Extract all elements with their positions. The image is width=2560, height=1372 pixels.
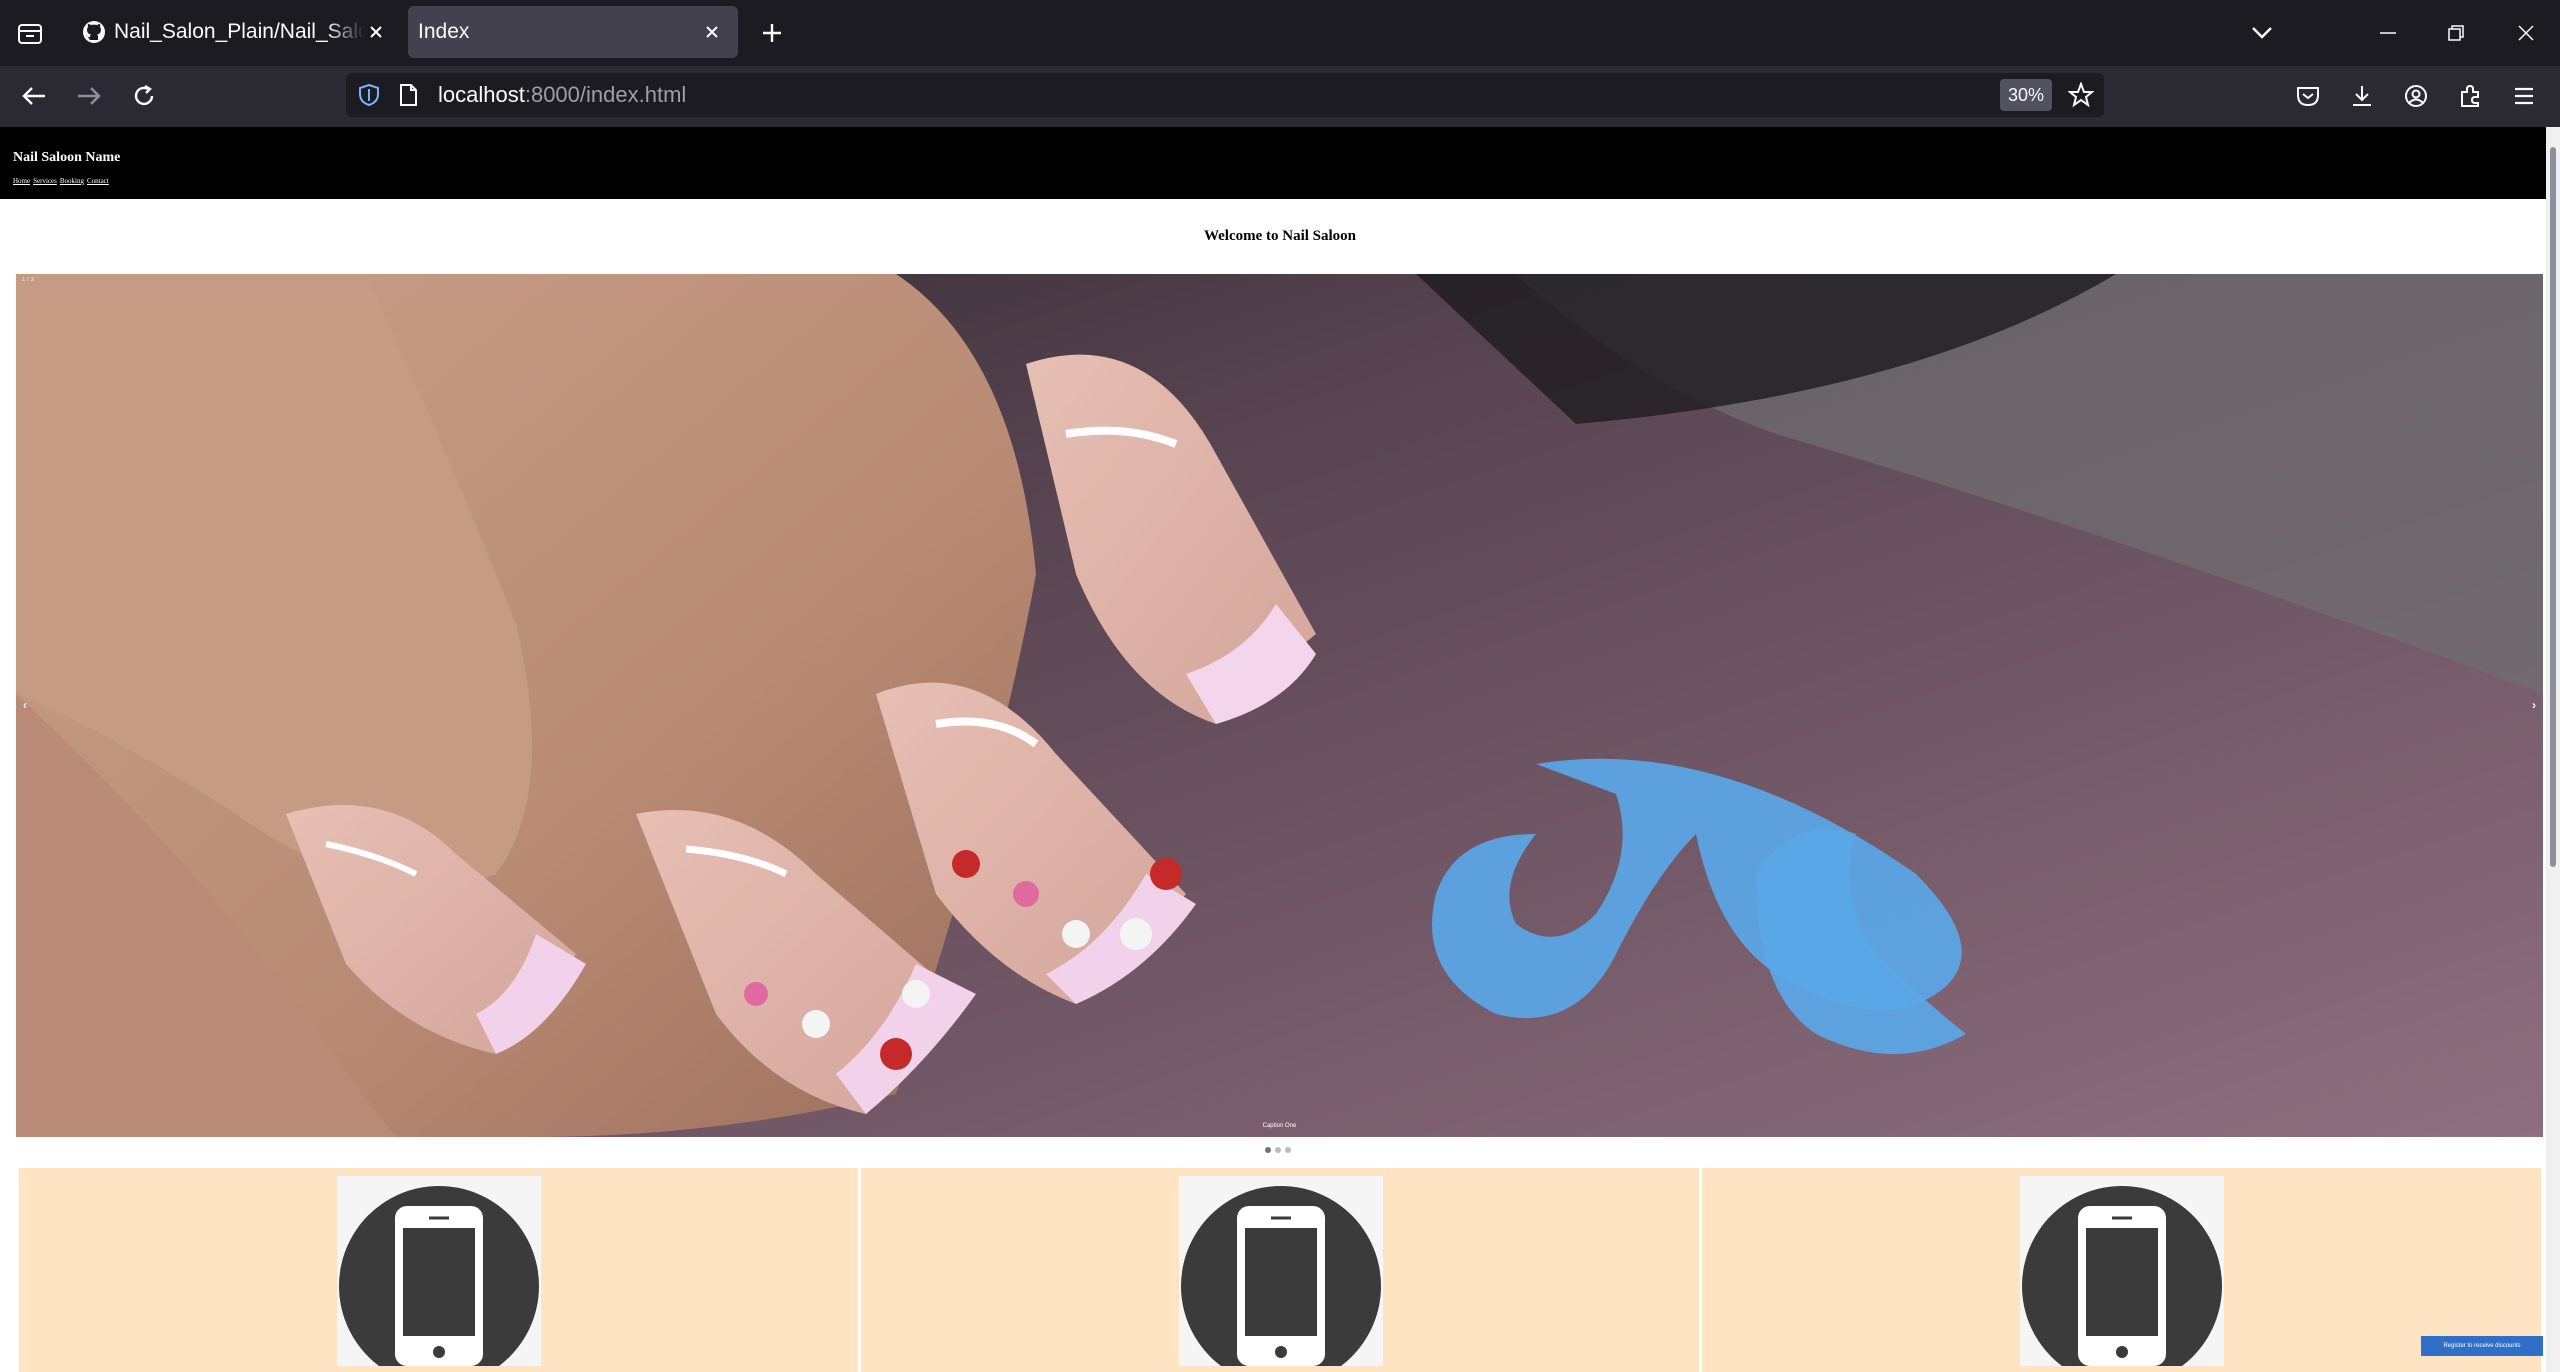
carousel-dot[interactable] xyxy=(1275,1147,1281,1153)
service-card xyxy=(860,1168,1700,1372)
pocket-icon[interactable] xyxy=(2292,80,2324,112)
url-host: localhost xyxy=(438,82,525,107)
url-path: :8000/index.html xyxy=(524,82,687,107)
image-carousel: 1 / 3 ‹ › Caption One xyxy=(16,274,2543,1137)
tab-title: Nail_Salon_Plain/Nail_Salon_Website xyxy=(114,20,364,43)
carousel-next-button[interactable]: › xyxy=(2532,698,2536,712)
page-viewport: Nail Saloon Name Home Services Booking C… xyxy=(0,127,2546,1372)
github-icon xyxy=(82,20,106,49)
navigation-toolbar: localhost:8000/index.html 30% xyxy=(0,66,2560,127)
slide-caption: Caption One xyxy=(1262,1123,1297,1129)
forward-arrow-icon[interactable] xyxy=(73,80,105,112)
carousel-dot[interactable] xyxy=(1285,1147,1291,1153)
site-header: Nail Saloon Name Home Services Booking C… xyxy=(0,127,2546,199)
nav-link-booking[interactable]: Booking xyxy=(60,177,84,185)
scrollbar-thumb[interactable] xyxy=(2550,147,2556,867)
reload-icon[interactable] xyxy=(128,80,160,112)
new-tab-plus-icon[interactable] xyxy=(756,17,788,49)
service-card xyxy=(19,1168,858,1372)
minimize-window-icon[interactable] xyxy=(2372,17,2404,49)
service-cards xyxy=(19,1168,2542,1372)
shield-icon[interactable] xyxy=(358,83,380,112)
bookmark-star-icon[interactable] xyxy=(2067,81,2095,113)
restore-window-icon[interactable] xyxy=(2440,17,2472,49)
slide-counter: 1 / 3 xyxy=(22,277,34,283)
close-tab-icon[interactable] xyxy=(700,20,724,44)
extensions-puzzle-icon[interactable] xyxy=(2454,80,2486,112)
firefox-view-icon[interactable] xyxy=(14,17,46,49)
nav-link-services[interactable]: Services xyxy=(33,177,57,185)
downloads-icon[interactable] xyxy=(2346,80,2378,112)
list-all-tabs-chevron-down-icon[interactable] xyxy=(2246,17,2278,49)
page-document-icon[interactable] xyxy=(398,83,418,112)
smartphone-icon xyxy=(337,1176,541,1372)
nav-link-home[interactable]: Home xyxy=(13,177,30,185)
account-icon[interactable] xyxy=(2400,80,2432,112)
zoom-level-button[interactable]: 30% xyxy=(2000,79,2052,111)
address-bar[interactable]: localhost:8000/index.html 30% xyxy=(346,73,2104,117)
welcome-heading: Welcome to Nail Saloon xyxy=(1203,228,1357,244)
carousel-prev-button[interactable]: ‹ xyxy=(23,698,27,712)
back-arrow-icon[interactable] xyxy=(18,80,50,112)
close-window-icon[interactable] xyxy=(2510,17,2542,49)
register-discounts-button[interactable]: Register to receive discounts xyxy=(2421,1336,2543,1356)
smartphone-icon xyxy=(2020,1176,2225,1372)
tab-title: Index xyxy=(418,20,470,43)
nav-link-contact[interactable]: Contact xyxy=(87,177,109,185)
site-nav: Home Services Booking Contact xyxy=(13,177,109,185)
tab-strip: Nail_Salon_Plain/Nail_Salon_Website Inde… xyxy=(0,0,2560,66)
close-tab-icon[interactable] xyxy=(364,20,388,44)
tab-index[interactable]: Index xyxy=(408,6,738,58)
page-scrollbar[interactable] xyxy=(2546,127,2560,1372)
tab-github[interactable]: Nail_Salon_Plain/Nail_Salon_Website xyxy=(70,6,402,58)
carousel-dots xyxy=(1265,1147,1291,1153)
carousel-dot[interactable] xyxy=(1265,1147,1271,1153)
smartphone-icon xyxy=(1178,1176,1383,1372)
slide-image-nails xyxy=(16,274,2543,1137)
site-name: Nail Saloon Name xyxy=(13,150,121,165)
app-menu-hamburger-icon[interactable] xyxy=(2508,80,2540,112)
url-text[interactable]: localhost:8000/index.html xyxy=(438,82,686,108)
service-card xyxy=(1702,1168,2542,1372)
